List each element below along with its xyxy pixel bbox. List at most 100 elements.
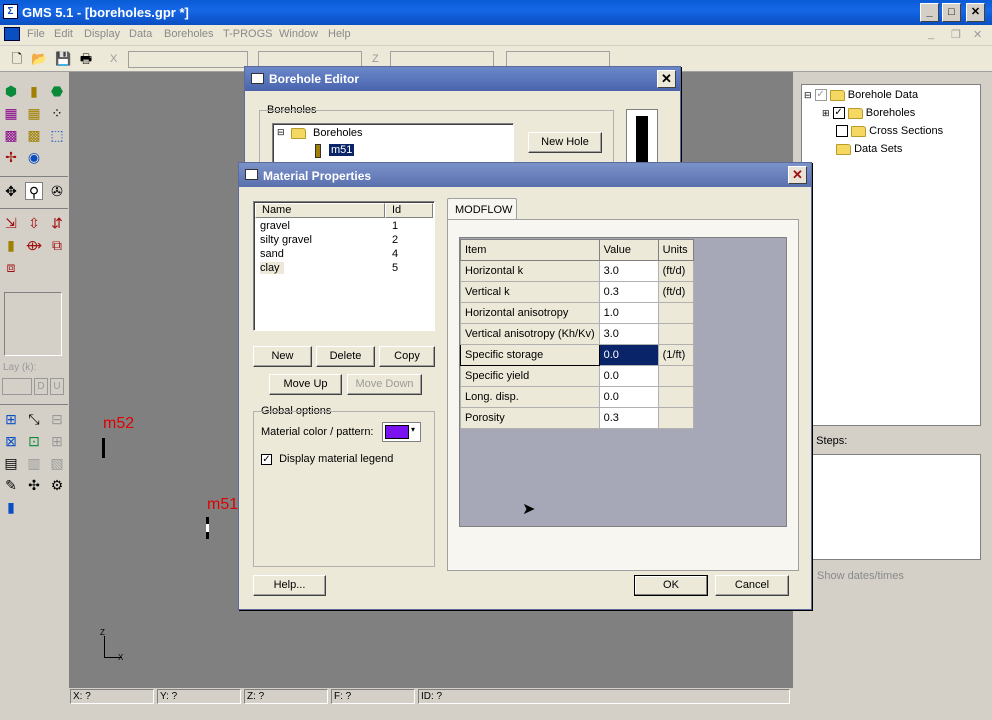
property-value-selected[interactable]: 0.0 [598, 344, 659, 366]
ok-button[interactable]: OK [634, 575, 708, 596]
list-item[interactable]: silty gravel 2 [260, 234, 430, 248]
mesh2d-icon[interactable]: ▦ [2, 104, 20, 122]
property-grid[interactable]: Item Value Units Horizontal k 3.0 (ft/d)… [460, 239, 694, 429]
material-color-picker[interactable]: ▾ [382, 422, 421, 442]
tree-data-sets-row[interactable]: Data Sets [836, 143, 902, 155]
new-hole-button[interactable]: New Hole [528, 132, 602, 153]
property-value[interactable]: 3.0 [598, 323, 659, 345]
expand-icon[interactable]: ⊞ [822, 108, 830, 118]
collapse-icon[interactable]: ⊟ [804, 90, 812, 100]
menu-help[interactable]: Help [328, 28, 351, 40]
cross-section-icon[interactable]: ⟴ [25, 236, 43, 254]
layer-field[interactable] [2, 378, 32, 395]
section-plot-icon[interactable]: ⧈ [2, 258, 20, 276]
new-file-icon[interactable]: 🗋 [9, 51, 25, 67]
grid3d-icon[interactable]: ▩ [25, 126, 43, 144]
mdi-restore-icon[interactable]: ❐ [951, 28, 961, 41]
mdi-minimize-icon[interactable]: _ [928, 28, 934, 40]
grid2d-icon[interactable]: ▦ [25, 104, 43, 122]
create-borehole-icon[interactable]: ⇳ [25, 214, 43, 232]
list-item-selected[interactable]: clay 5 [260, 262, 430, 276]
select-borehole-icon[interactable]: ⇲ [2, 214, 20, 232]
menu-boreholes[interactable]: Boreholes [164, 28, 214, 40]
chart-tool-icon[interactable]: ▮ [2, 498, 20, 516]
close-button[interactable]: ✕ [966, 3, 985, 22]
cross-sections-checkbox[interactable] [836, 125, 848, 138]
property-value[interactable]: 0.0 [598, 386, 659, 408]
list-item[interactable]: gravel 1 [260, 220, 430, 234]
property-value[interactable]: 3.0 [598, 260, 659, 282]
chevron-down-icon[interactable]: ▾ [411, 425, 415, 434]
globe-icon[interactable]: ◉ [25, 148, 43, 166]
zoom-icon[interactable]: ⚲ [25, 182, 43, 200]
list-item[interactable]: sand 4 [260, 248, 430, 262]
arc-tool-icon[interactable]: ⊟ [48, 410, 66, 428]
display-legend-checkbox-row[interactable]: ✓ Display material legend [261, 453, 393, 465]
show-dates-label[interactable]: Show dates/times [817, 570, 904, 582]
collapse-icon[interactable]: ⊟ [277, 127, 285, 138]
display-tool-icon[interactable]: ▤ [2, 454, 20, 472]
print-icon[interactable]: 🖶 [78, 51, 94, 67]
menu-data[interactable]: Data [129, 28, 152, 40]
borehole-tree-item-m51[interactable]: m51 [329, 144, 355, 156]
menu-tprogs[interactable]: T-PROGS [223, 28, 273, 40]
borehole-m52[interactable] [102, 438, 105, 458]
tree-boreholes-row[interactable]: ⊞ ✓ Boreholes [822, 107, 915, 120]
open-folder-icon[interactable]: 📂 [31, 51, 47, 67]
data-tree[interactable]: ⊟ ✓ Borehole Data ⊞ ✓ Boreholes Cross Se… [801, 84, 981, 426]
borehole-module-icon[interactable]: ▮ [25, 82, 43, 100]
pan-icon[interactable]: ✥ [2, 182, 20, 200]
material-list[interactable]: Name Id gravel 1 silty gravel 2 sand 4 c… [253, 201, 435, 331]
menu-edit[interactable]: Edit [54, 28, 73, 40]
save-icon[interactable]: 💾 [55, 51, 71, 67]
property-value[interactable]: 1.0 [598, 302, 659, 324]
column-header-value[interactable]: Value [598, 239, 659, 261]
select-contact-icon[interactable]: ⇵ [48, 214, 66, 232]
copy-material-button[interactable]: Copy [379, 346, 435, 367]
mesh3d-icon[interactable]: ▩ [2, 126, 20, 144]
column-header-item[interactable]: Item [460, 239, 600, 261]
section-edit-icon[interactable]: ⧉ [48, 236, 66, 254]
boreholes-checkbox[interactable]: ✓ [832, 107, 845, 120]
solid-icon[interactable]: ⬣ [48, 82, 66, 100]
list-header-name[interactable]: Name [255, 203, 385, 218]
borehole-tree-root[interactable]: Boreholes [313, 127, 363, 139]
map-icon[interactable]: ✢ [2, 148, 20, 166]
vertex-tool-icon[interactable]: ⤡ [25, 410, 43, 428]
move-up-button[interactable]: Move Up [269, 374, 342, 395]
menu-file[interactable]: File [27, 28, 45, 40]
maximize-button[interactable]: □ [942, 3, 961, 22]
layer-down-button[interactable]: D [34, 378, 48, 395]
node-tool-icon[interactable]: ⊠ [2, 432, 20, 450]
select-tool-icon[interactable]: ⊞ [2, 410, 20, 428]
minimize-button[interactable]: _ [920, 3, 939, 22]
property-value[interactable]: 0.3 [598, 281, 659, 303]
color-tool-icon[interactable]: ⚙ [48, 476, 66, 494]
display-legend-checkbox[interactable]: ✓ [261, 453, 272, 465]
merge-tool-icon[interactable]: ⊞ [48, 432, 66, 450]
menu-window[interactable]: Window [279, 28, 318, 40]
list-header-id[interactable]: Id [385, 203, 433, 218]
layer-up-button[interactable]: U [50, 378, 64, 395]
rotate-icon[interactable]: ✇ [48, 182, 66, 200]
root-checkbox[interactable]: ✓ [814, 89, 827, 102]
mdi-close-icon[interactable]: ✕ [973, 28, 982, 41]
scatter3d-icon[interactable]: ⬚ [48, 126, 66, 144]
tree-cross-sections-row[interactable]: Cross Sections [836, 125, 943, 138]
edit-tool-icon[interactable]: ✎ [2, 476, 20, 494]
borehole-tool-icon[interactable]: ▮ [2, 236, 20, 254]
stack-tool-icon[interactable]: ▧ [48, 454, 66, 472]
tin-icon[interactable]: ⬢ [2, 82, 20, 100]
menu-display[interactable]: Display [84, 28, 120, 40]
property-value[interactable]: 0.0 [598, 365, 659, 387]
cancel-button[interactable]: Cancel [715, 575, 789, 596]
column-header-units[interactable]: Units [657, 239, 694, 261]
borehole-editor-close-button[interactable]: ✕ [657, 70, 676, 88]
property-value[interactable]: 0.3 [598, 407, 659, 429]
layer-tool-icon[interactable]: ▥ [25, 454, 43, 472]
material-properties-close-button[interactable]: ✕ [788, 166, 807, 184]
delete-material-button[interactable]: Delete [316, 346, 375, 367]
scatter2d-icon[interactable]: ⁘ [48, 104, 66, 122]
move-down-button[interactable]: Move Down [347, 374, 422, 395]
help-button[interactable]: Help... [253, 575, 326, 596]
